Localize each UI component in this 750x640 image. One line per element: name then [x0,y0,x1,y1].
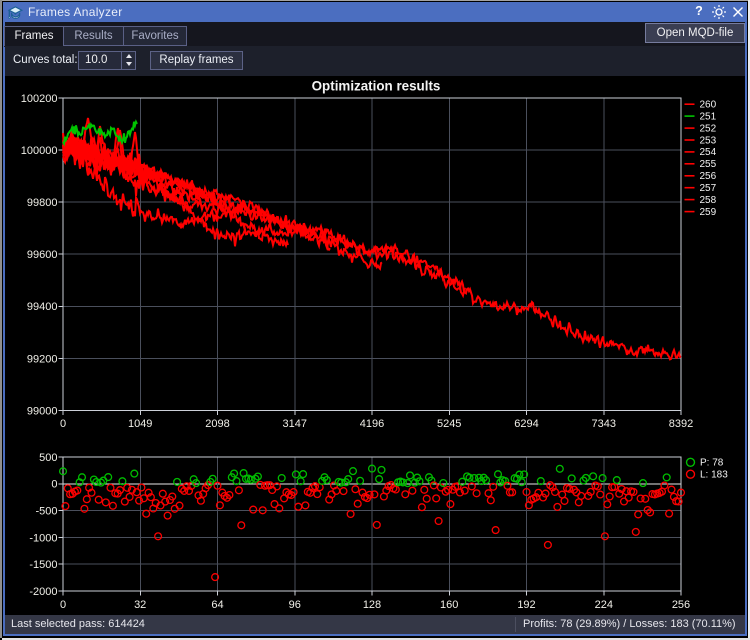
svg-text:-500: -500 [35,506,57,518]
svg-text:0: 0 [51,479,57,491]
svg-text:2098: 2098 [205,418,229,430]
svg-text:260: 260 [700,100,717,111]
svg-text:224: 224 [595,599,613,611]
svg-text:3147: 3147 [283,418,307,430]
svg-text:5245: 5245 [437,418,461,430]
svg-text:-1500: -1500 [29,559,57,571]
svg-text:-1000: -1000 [29,532,57,544]
svg-text:96: 96 [289,599,301,611]
svg-text:160: 160 [440,599,458,611]
svg-text:8392: 8392 [669,418,693,430]
svg-text:4196: 4196 [360,418,384,430]
svg-text:100200: 100200 [21,93,58,105]
svg-text:255: 255 [700,159,717,170]
svg-text:-2000: -2000 [29,586,57,598]
svg-text:99200: 99200 [27,353,58,365]
svg-text:100000: 100000 [21,145,58,157]
svg-text:99000: 99000 [27,405,58,417]
svg-text:Optimization results: Optimization results [312,79,441,94]
svg-text:L: 183: L: 183 [700,470,728,481]
svg-text:0: 0 [60,418,66,430]
svg-text:256: 256 [700,171,717,182]
svg-text:32: 32 [134,599,146,611]
svg-text:252: 252 [700,123,717,134]
svg-text:258: 258 [700,195,717,206]
svg-text:P: 78: P: 78 [700,458,724,469]
svg-text:99600: 99600 [27,249,58,261]
svg-text:251: 251 [700,111,717,122]
svg-text:500: 500 [39,452,57,464]
svg-text:0: 0 [60,599,66,611]
svg-text:99800: 99800 [27,197,58,209]
svg-text:6294: 6294 [514,418,538,430]
svg-text:64: 64 [211,599,223,611]
svg-text:99400: 99400 [27,301,58,313]
svg-text:257: 257 [700,183,717,194]
svg-text:254: 254 [700,147,717,158]
svg-text:259: 259 [700,207,717,218]
svg-text:128: 128 [363,599,381,611]
svg-text:253: 253 [700,135,717,146]
svg-text:192: 192 [517,599,535,611]
svg-text:1049: 1049 [128,418,152,430]
svg-text:7343: 7343 [592,418,616,430]
svg-text:256: 256 [672,599,690,611]
